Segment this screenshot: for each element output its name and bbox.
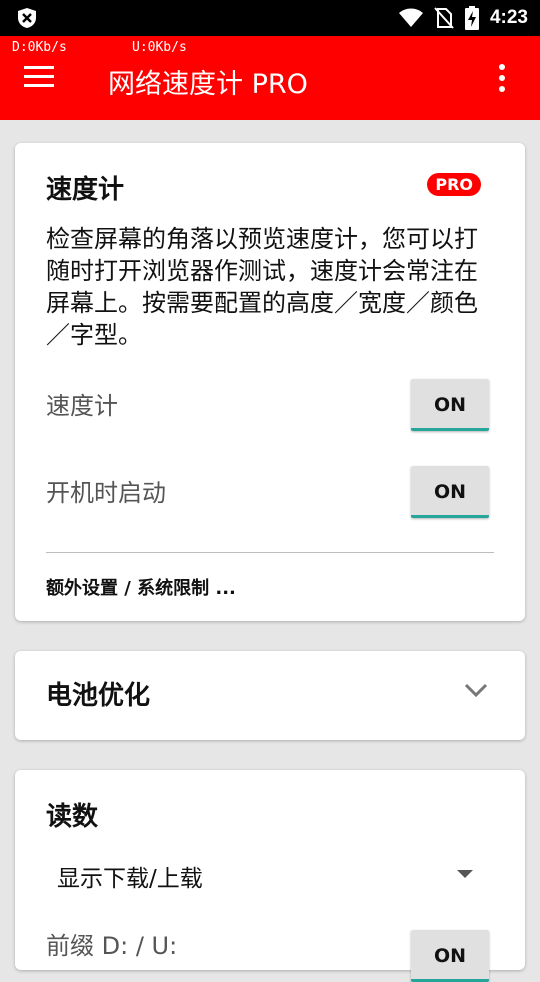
card-title: 速度计 xyxy=(46,175,125,205)
prefix-label: 前缀 D: / U: xyxy=(46,932,178,960)
pro-badge: PRO xyxy=(427,173,481,196)
download-speed: D:0Kb/s xyxy=(12,40,67,55)
upload-speed: U:0Kb/s xyxy=(132,40,187,55)
wifi-icon xyxy=(398,8,423,27)
speedometer-toggle[interactable]: ON xyxy=(411,379,489,431)
battery-optimization-card[interactable]: 电池优化 xyxy=(15,651,525,740)
start-on-boot-label: 开机时启动 xyxy=(46,479,166,507)
app-bar: D:0Kb/s U:0Kb/s 网络速度计 PRO xyxy=(0,36,540,120)
readings-card: 读数 显示下载/上载 前缀 D: / U: ON xyxy=(15,770,525,982)
display-mode-dropdown[interactable]: 显示下载/上载 xyxy=(30,850,485,900)
card-title: 电池优化 xyxy=(46,681,151,711)
description: 检查屏幕的角落以预览速度计，您可以打随时打开浏览器作测试，速度计会常注在屏幕上。… xyxy=(46,225,478,349)
speedometer-label: 速度计 xyxy=(46,392,118,420)
shield-x-icon xyxy=(18,8,36,28)
clock: 4:23 xyxy=(489,7,528,28)
divider xyxy=(46,552,494,553)
card-title: 读数 xyxy=(46,802,99,832)
dropdown-arrow-icon xyxy=(457,870,473,878)
status-bar: 4:23 xyxy=(0,0,540,36)
start-on-boot-toggle[interactable]: ON xyxy=(411,466,489,518)
battery-charging-icon xyxy=(464,6,479,30)
app-title: 网络速度计 PRO xyxy=(108,69,308,100)
dropdown-value: 显示下载/上载 xyxy=(57,866,203,892)
no-sim-icon xyxy=(434,7,454,29)
chevron-down-icon[interactable] xyxy=(463,681,489,699)
prefix-toggle[interactable]: ON xyxy=(411,930,489,982)
menu-icon[interactable] xyxy=(24,66,58,92)
more-options-icon[interactable] xyxy=(494,64,510,94)
extra-settings-link[interactable]: 额外设置 / 系统限制 ... xyxy=(46,574,236,600)
speedometer-card: 速度计 PRO 检查屏幕的角落以预览速度计，您可以打随时打开浏览器作测试，速度计… xyxy=(15,143,525,621)
